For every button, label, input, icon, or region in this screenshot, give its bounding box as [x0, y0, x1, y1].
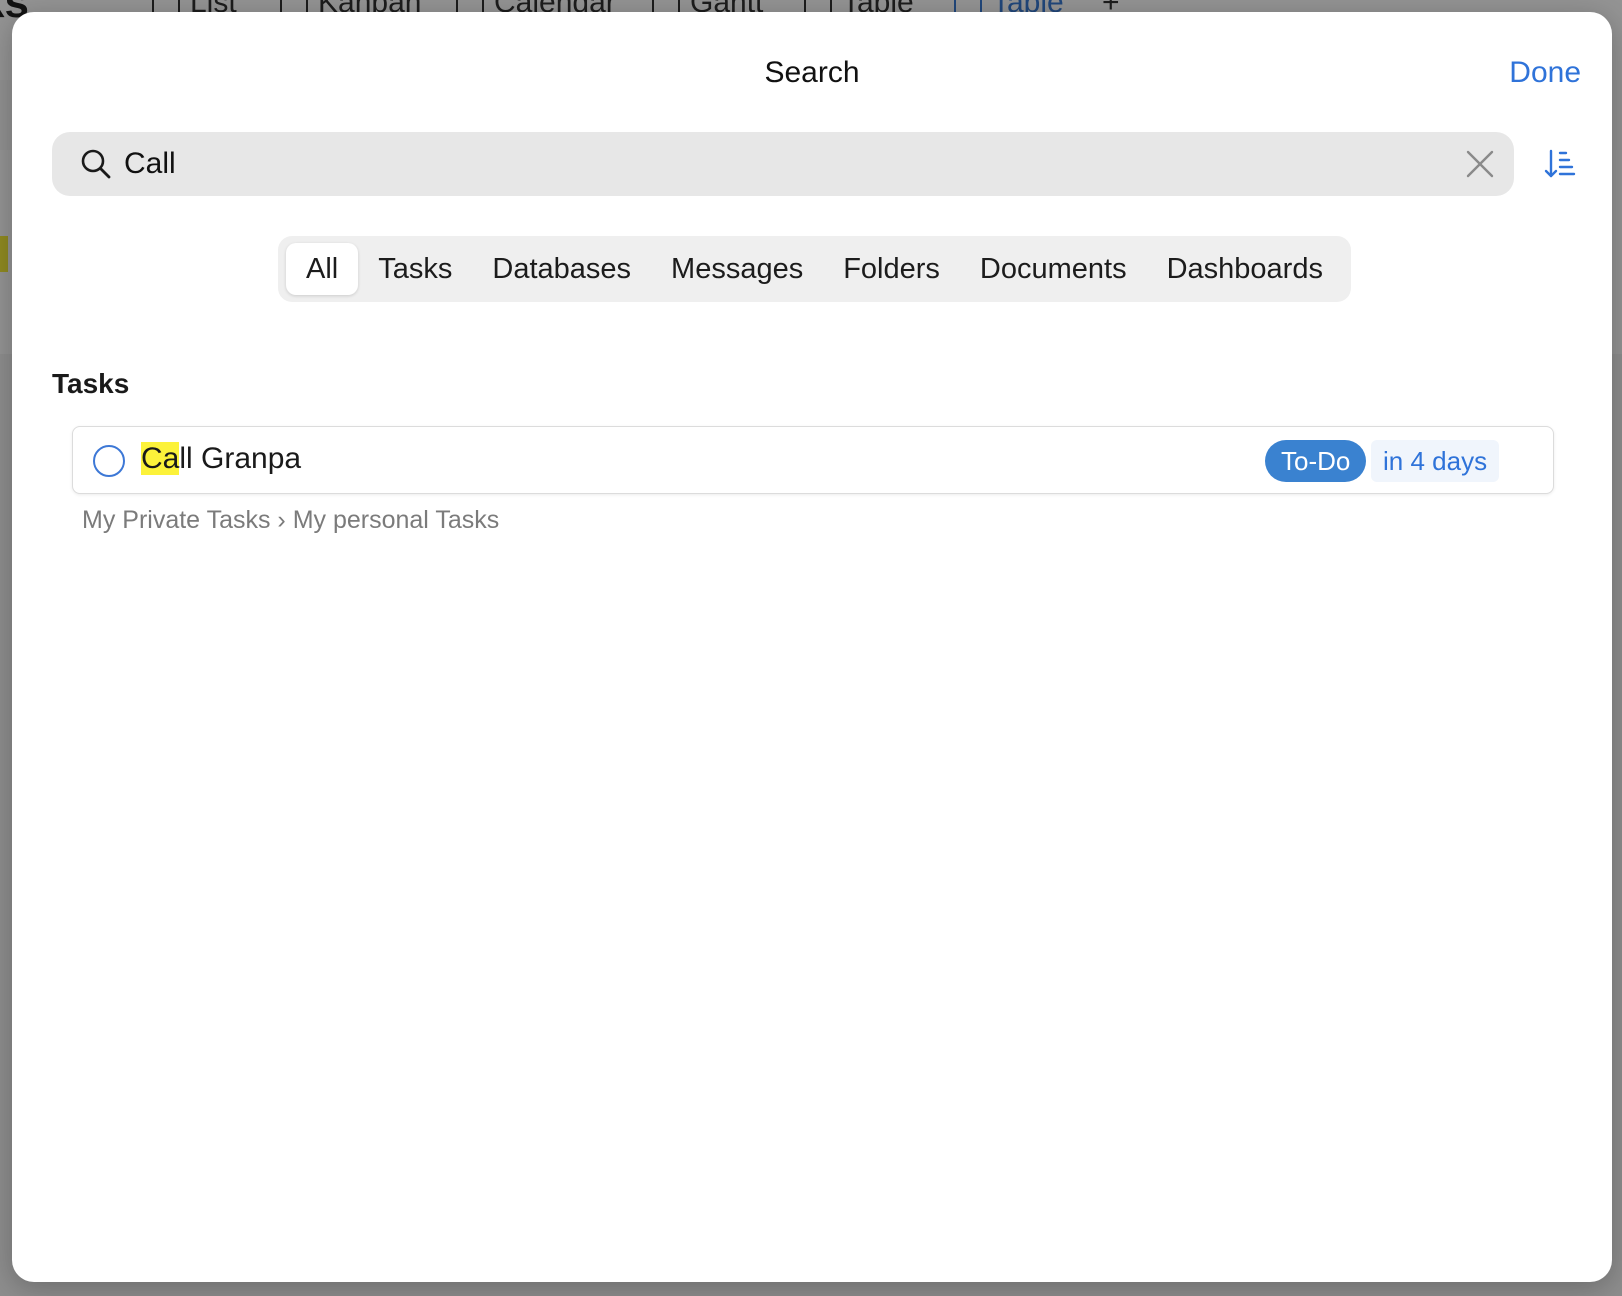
- modal-title: Search: [764, 56, 860, 89]
- task-title: Call Granpa: [141, 442, 301, 476]
- filter-tab-all[interactable]: All: [286, 243, 359, 295]
- filter-tab-tasks[interactable]: Tasks: [358, 243, 472, 295]
- task-checkbox[interactable]: [93, 445, 125, 477]
- status-badge[interactable]: To-Do: [1265, 440, 1367, 482]
- results-section-title: Tasks: [52, 368, 130, 399]
- task-title-rest: ll Granpa: [179, 442, 302, 475]
- task-result-card[interactable]: Call Granpa To-Do in 4 days: [72, 426, 1554, 494]
- filter-tab-messages[interactable]: Messages: [651, 243, 823, 295]
- filter-tab-documents[interactable]: Documents: [960, 243, 1147, 295]
- task-breadcrumb: My Private Tasks › My personal Tasks: [82, 506, 500, 534]
- search-match-highlight: Ca: [141, 442, 180, 475]
- due-date-badge[interactable]: in 4 days: [1371, 440, 1500, 482]
- modal-header: Search Done: [12, 12, 1612, 122]
- filter-segmented-control: All Tasks Databases Messages Folders Doc…: [278, 236, 1351, 302]
- filter-tab-folders[interactable]: Folders: [823, 243, 960, 295]
- done-button[interactable]: Done: [1509, 56, 1581, 90]
- search-modal: Search Done All Tasks Databases M: [12, 12, 1612, 1282]
- search-box[interactable]: [52, 132, 1514, 196]
- search-row: [52, 132, 1576, 196]
- filter-tab-databases[interactable]: Databases: [472, 243, 651, 295]
- search-input[interactable]: [124, 132, 1424, 196]
- close-icon[interactable]: [1466, 150, 1494, 178]
- search-icon: [81, 149, 111, 179]
- filter-tab-dashboards[interactable]: Dashboards: [1147, 243, 1343, 295]
- sort-icon[interactable]: [1544, 148, 1576, 180]
